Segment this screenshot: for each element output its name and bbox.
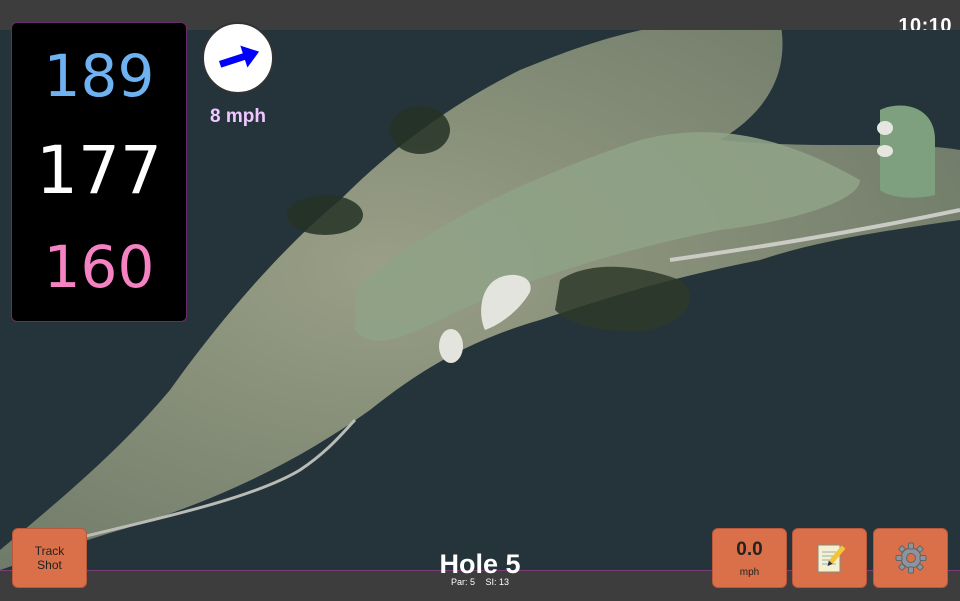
- bunker: [439, 329, 463, 363]
- hole-title: Hole 5: [439, 549, 521, 579]
- track-shot-line-2: Shot: [37, 558, 62, 572]
- wind-indicator: [202, 22, 274, 94]
- back-distance: 189: [43, 42, 155, 110]
- wind-speed: 8 mph: [210, 106, 266, 127]
- distance-panel: 189 177 160: [11, 22, 187, 322]
- speed-value: 0.0: [736, 538, 763, 560]
- bunker: [877, 121, 893, 135]
- gear-icon: [895, 542, 926, 574]
- track-shot-button[interactable]: Track Shot: [12, 528, 87, 588]
- arrow-right-icon: [219, 45, 260, 68]
- middle-distance: 177: [36, 132, 162, 209]
- hole-si: SI: 13: [485, 577, 510, 587]
- tree-cluster: [390, 106, 450, 154]
- tree-cluster: [287, 195, 363, 235]
- track-shot-line-1: Track: [34, 544, 65, 558]
- front-distance: 160: [43, 233, 155, 301]
- hole-meta: Par: 5 SI: 13: [380, 577, 580, 587]
- speed-button[interactable]: 0.0 mph: [712, 528, 787, 588]
- notes-button[interactable]: [792, 528, 867, 588]
- speed-unit: mph: [739, 566, 760, 578]
- hole-par: Par: 5: [450, 577, 475, 587]
- settings-button[interactable]: [873, 528, 948, 588]
- bunker: [877, 145, 893, 157]
- track-shot-label: Track Shot: [35, 544, 65, 572]
- tree-cluster: [555, 266, 690, 332]
- notepad-icon: [817, 544, 845, 573]
